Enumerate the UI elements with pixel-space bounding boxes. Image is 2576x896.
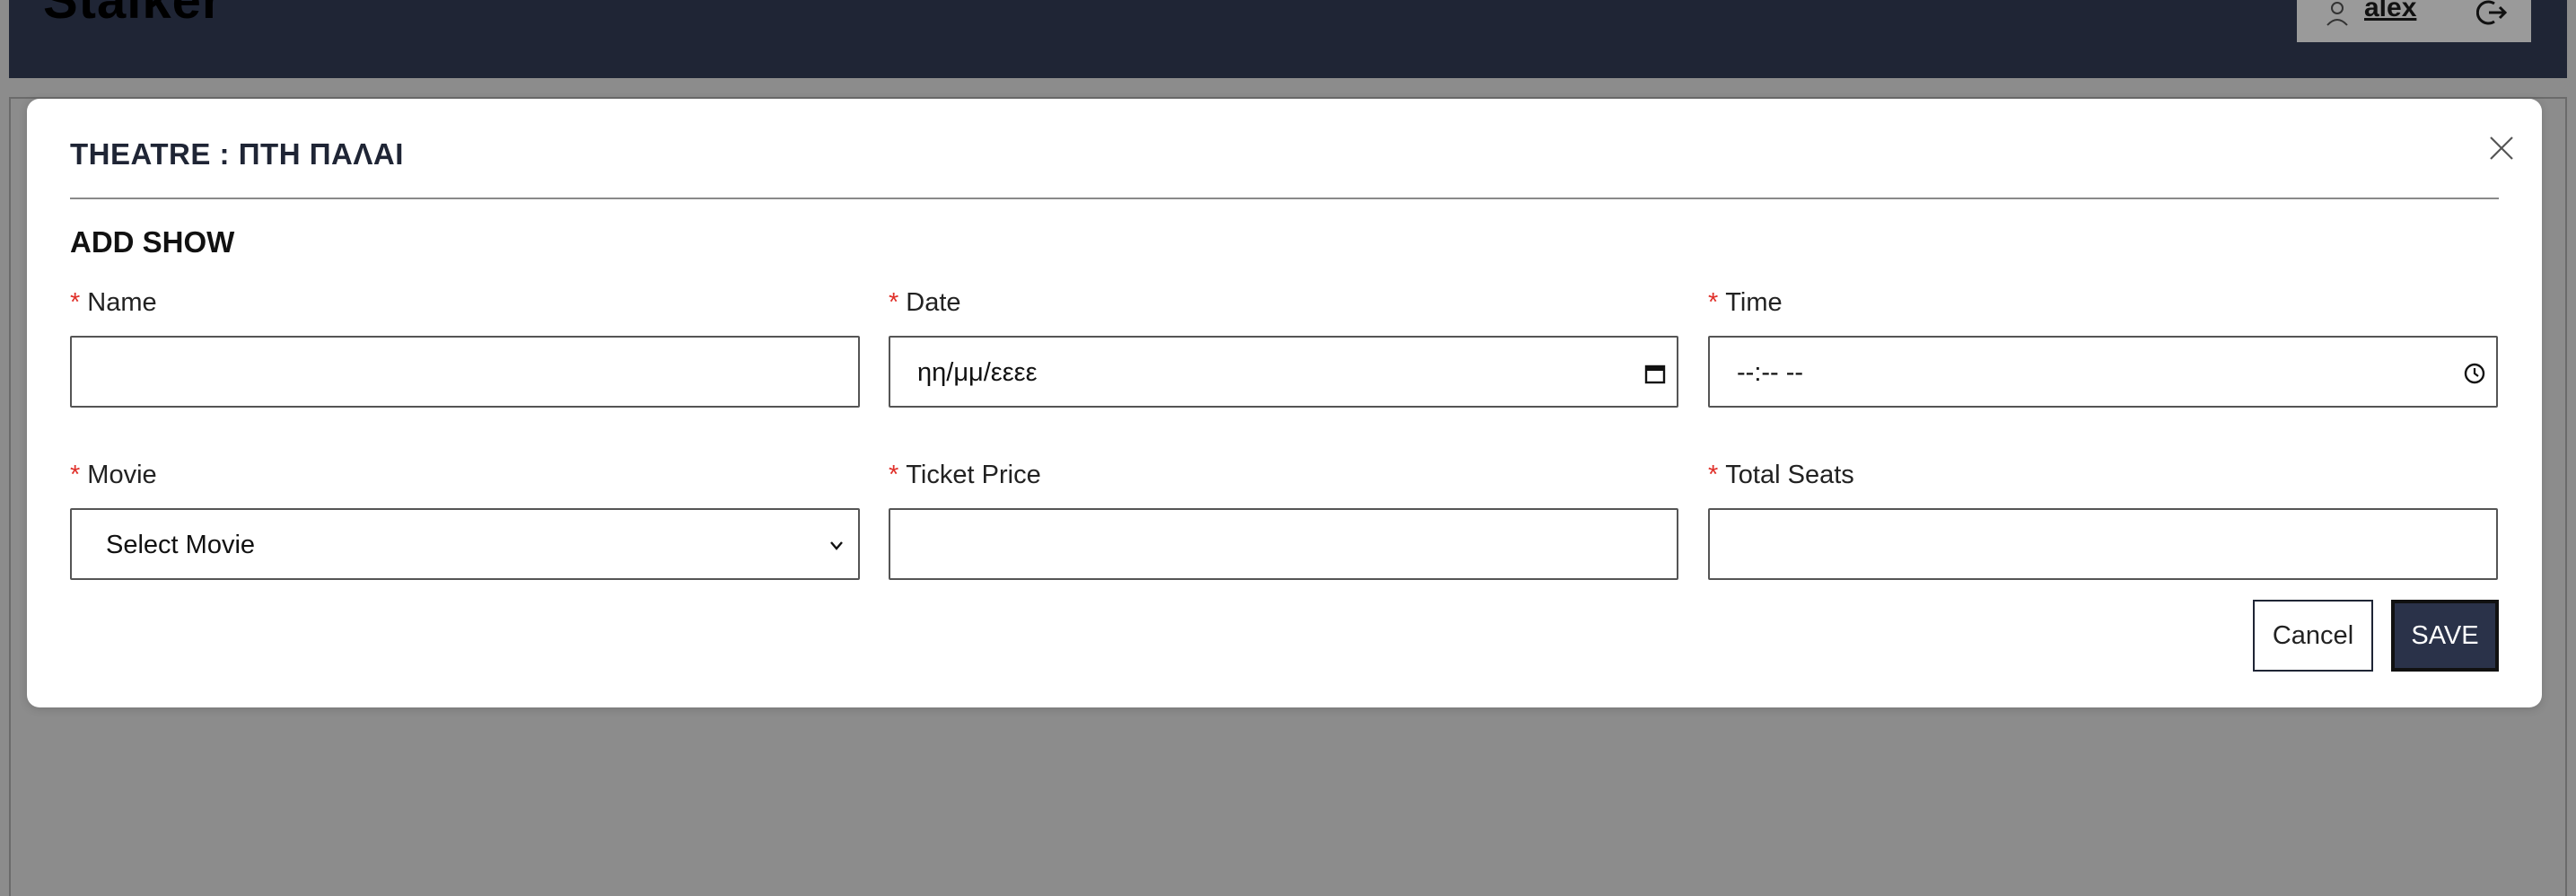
app-logo[interactable]: Stalker	[43, 0, 223, 27]
close-icon[interactable]	[2488, 135, 2515, 162]
required-mark: *	[889, 461, 899, 489]
date-label-text: Date	[906, 288, 961, 317]
app-header: Stalker alex	[9, 0, 2567, 78]
name-label: * Name	[70, 287, 157, 319]
name-label-text: Name	[87, 288, 157, 317]
required-mark: *	[1708, 461, 1719, 489]
total-seats-input[interactable]	[1708, 508, 2498, 580]
chevron-down-icon[interactable]	[824, 533, 849, 558]
time-placeholder: --:-- --	[1737, 358, 1804, 387]
ticket-price-label: * Ticket Price	[889, 460, 1041, 491]
ticket-price-label-text: Ticket Price	[906, 461, 1041, 489]
total-seats-label: * Total Seats	[1708, 460, 1854, 491]
time-label: * Time	[1708, 287, 1783, 319]
time-label-text: Time	[1725, 288, 1783, 317]
cancel-button[interactable]: Cancel	[2253, 600, 2373, 672]
save-button[interactable]: SAVE	[2391, 600, 2499, 672]
user-menu[interactable]: alex	[2297, 0, 2531, 42]
section-title: ADD SHOW	[70, 225, 235, 259]
date-placeholder: ηη/μμ/εεεε	[917, 358, 1038, 387]
modal-title: THEATRE : ΠΤΗ ΠΑΛΑΙ	[70, 137, 404, 171]
required-mark: *	[70, 461, 81, 489]
movie-label-text: Movie	[87, 461, 157, 489]
date-label: * Date	[889, 287, 961, 319]
modal-divider	[70, 198, 2499, 199]
total-seats-label-text: Total Seats	[1725, 461, 1854, 489]
time-input[interactable]: --:-- --	[1708, 336, 2498, 408]
logout-icon[interactable]	[2476, 0, 2509, 25]
calendar-icon[interactable]	[1643, 361, 1668, 386]
clock-icon[interactable]	[2462, 361, 2487, 386]
add-show-modal: THEATRE : ΠΤΗ ΠΑΛΑΙ ADD SHOW * Name * Date…	[27, 99, 2542, 707]
date-input[interactable]: ηη/μμ/εεεε	[889, 336, 1678, 408]
required-mark: *	[70, 288, 81, 317]
user-name-link[interactable]: alex	[2364, 0, 2416, 22]
required-mark: *	[1708, 288, 1719, 317]
movie-label: * Movie	[70, 460, 157, 491]
name-input[interactable]	[70, 336, 860, 408]
required-mark: *	[889, 288, 899, 317]
movie-select[interactable]: Select Movie	[70, 508, 860, 580]
user-icon	[2326, 2, 2348, 26]
movie-selected-value: Select Movie	[106, 531, 256, 559]
ticket-price-input[interactable]	[889, 508, 1678, 580]
